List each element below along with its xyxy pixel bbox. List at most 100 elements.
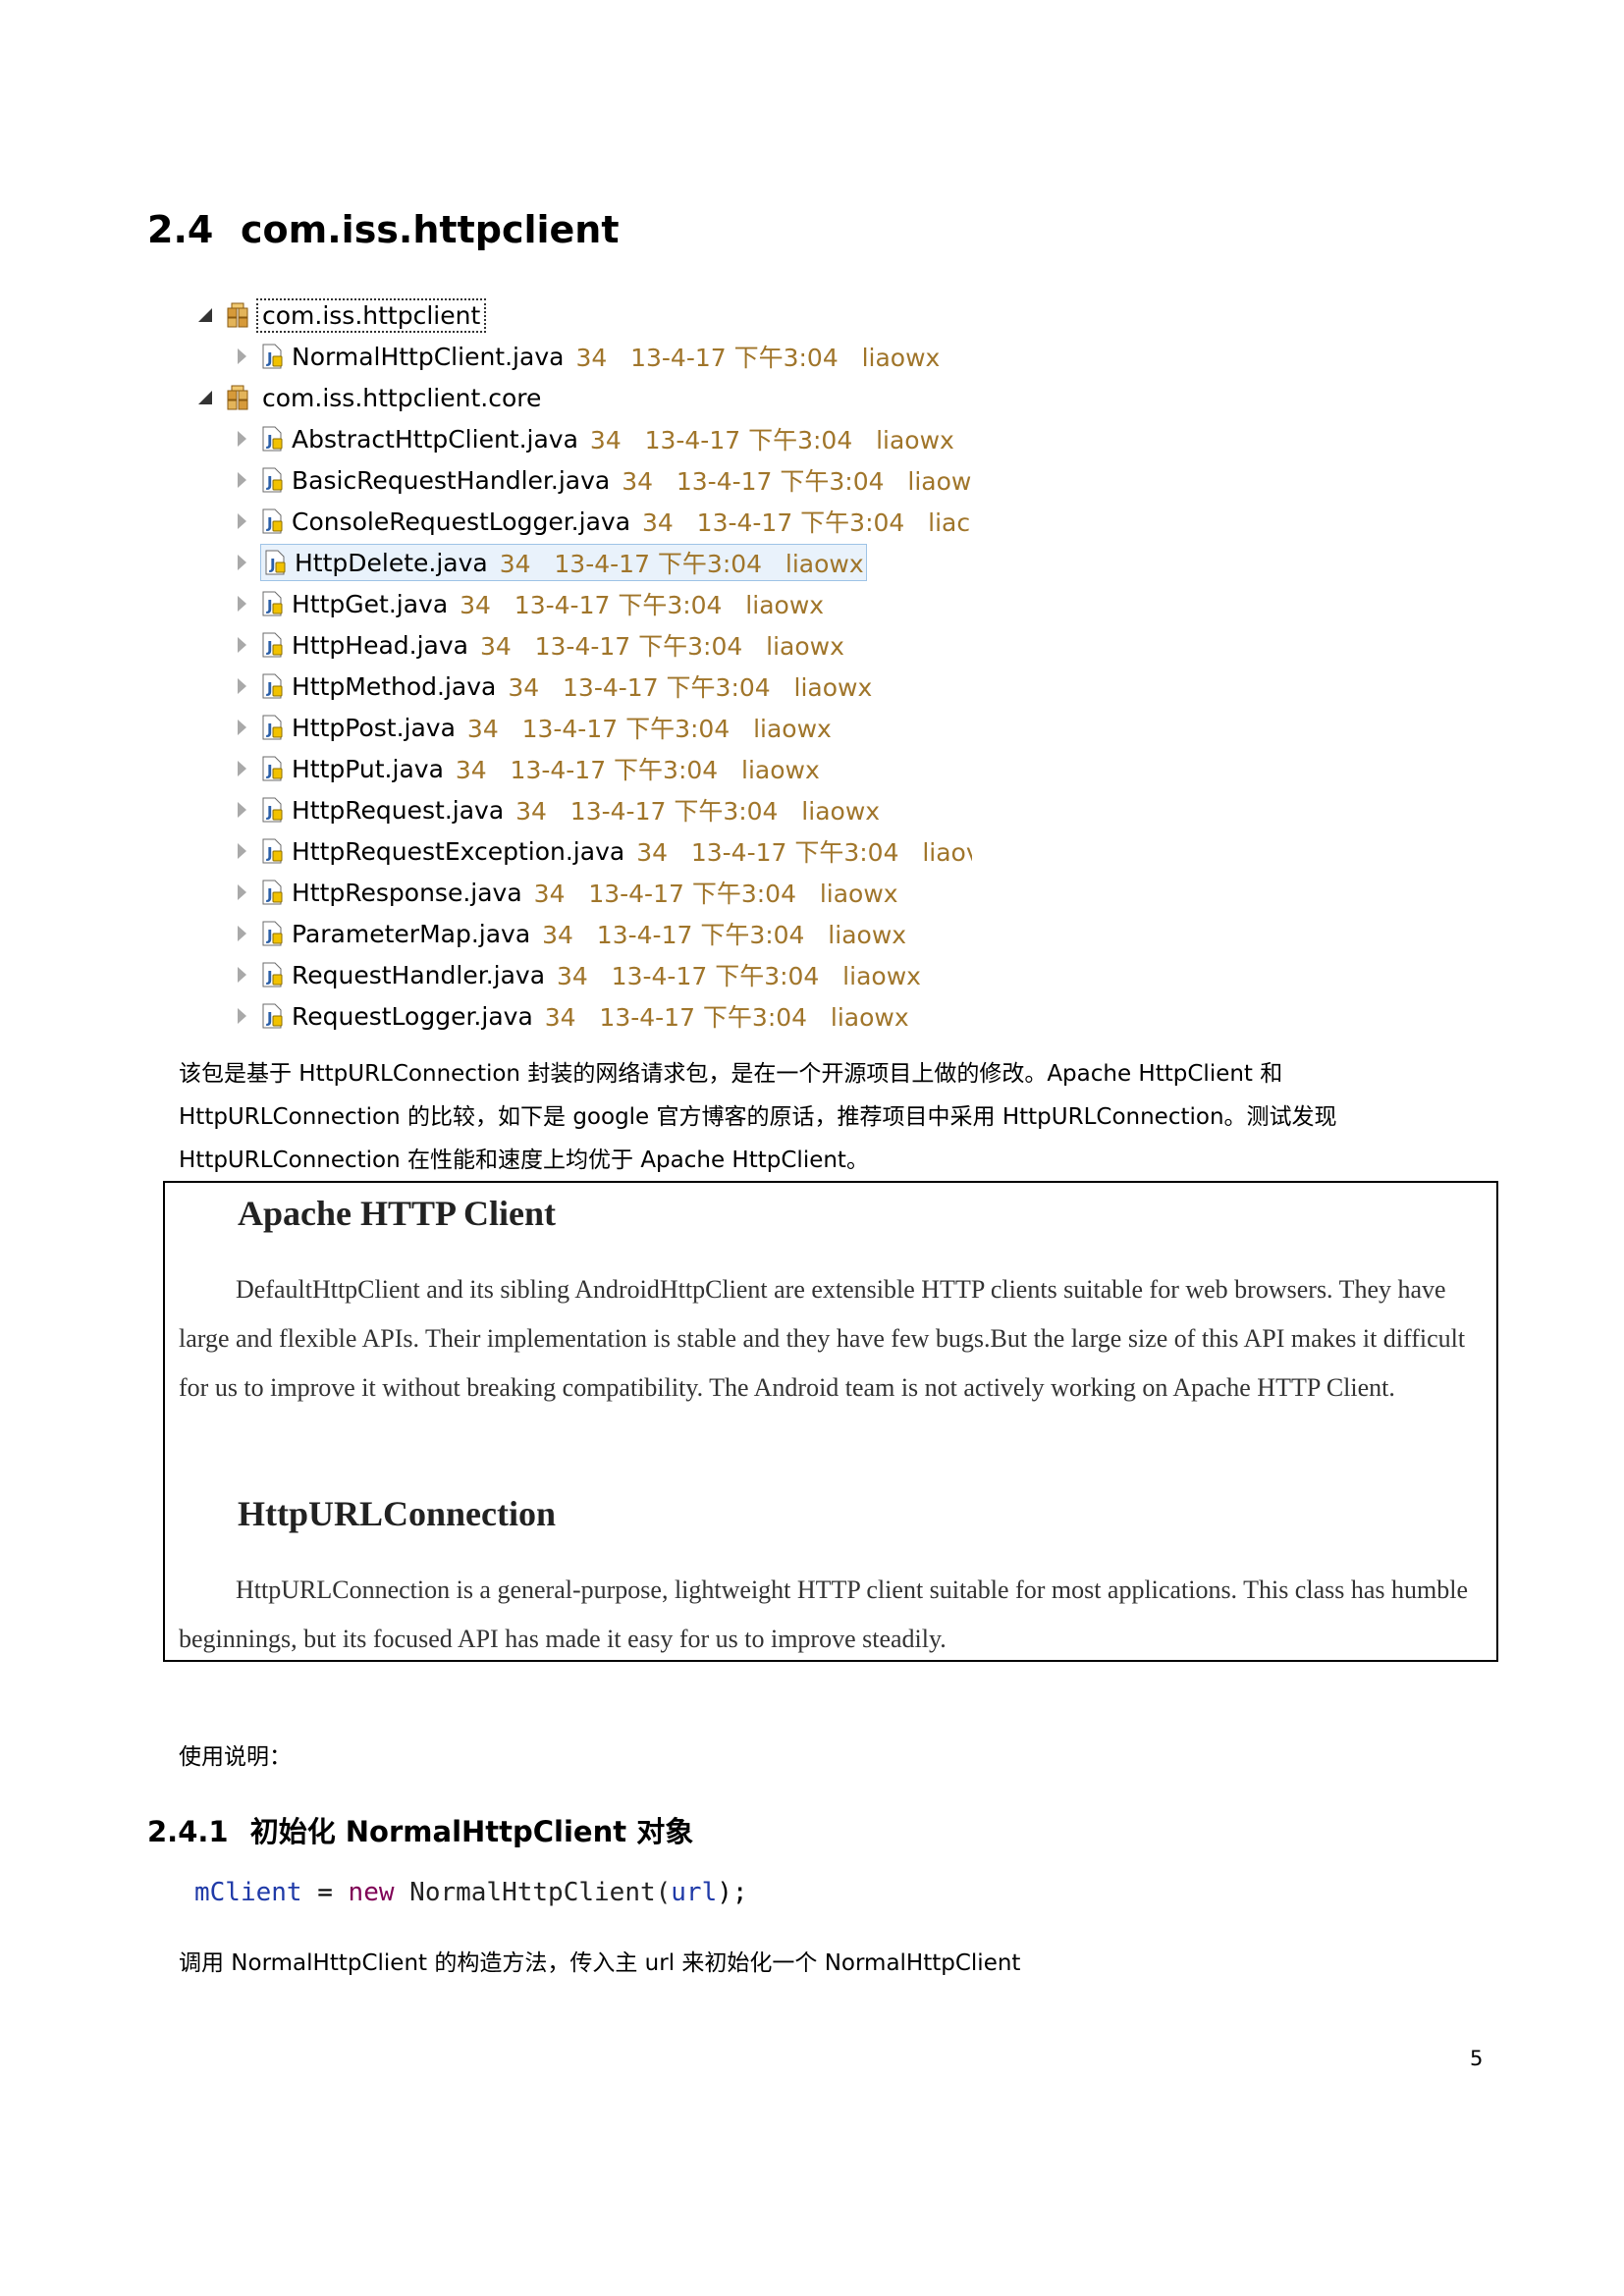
collapsed-triangle-icon[interactable] <box>238 802 246 818</box>
svg-text:J: J <box>266 968 273 986</box>
collapsed-triangle-icon[interactable] <box>238 555 246 570</box>
file-name[interactable]: HttpResponse.java <box>292 879 522 907</box>
tree-file-row[interactable]: J HttpPut.java 34 13-4-17 下午3:04 liaowx <box>196 748 972 789</box>
collapsed-triangle-icon[interactable] <box>238 472 246 488</box>
collapsed-triangle-icon[interactable] <box>238 843 246 859</box>
tree-file-row[interactable]: J AbstractHttpClient.java 34 13-4-17 下午3:0… <box>196 418 972 459</box>
tree-file-row[interactable]: J HttpHead.java 34 13-4-17 下午3:04 liaowx <box>196 624 972 666</box>
file-entry[interactable]: J HttpMethod.java 34 13-4-17 下午3:04 liaowx <box>260 668 872 704</box>
collapsed-triangle-icon[interactable] <box>238 967 246 983</box>
collapsed-triangle-icon[interactable] <box>238 926 246 941</box>
tree-file-row[interactable]: J BasicRequestHandler.java 34 13-4-17 下午3:… <box>196 459 972 501</box>
file-entry[interactable]: J ParameterMap.java 34 13-4-17 下午3:04 liao… <box>260 916 906 951</box>
collapsed-triangle-icon[interactable] <box>238 637 246 653</box>
java-file-icon: J <box>260 672 284 700</box>
package-name[interactable]: com.iss.httpclient.core <box>259 384 544 412</box>
file-name[interactable]: HttpGet.java <box>292 590 448 618</box>
svg-text:J: J <box>269 556 276 573</box>
code-description: 调用 NormalHttpClient 的构造方法，传入主 url 来初始化一个… <box>179 1950 1021 1976</box>
file-name[interactable]: HttpRequest.java <box>292 796 504 825</box>
file-meta: 34 13-4-17 下午3:04 liaowx <box>557 962 921 990</box>
tree-file-row[interactable]: J ParameterMap.java 34 13-4-17 下午3:04 liao… <box>196 913 972 954</box>
file-name[interactable]: HttpMethod.java <box>292 672 496 701</box>
svg-text:J: J <box>266 885 273 903</box>
tree-file-row[interactable]: J HttpDelete.java 34 13-4-17 下午3:04 liaowx <box>196 542 972 583</box>
selected-file-highlight[interactable]: J HttpDelete.java 34 13-4-17 下午3:04 liaowx <box>260 544 867 581</box>
collapsed-triangle-icon[interactable] <box>238 348 246 364</box>
code-argument: url <box>671 1878 718 1907</box>
package-name[interactable]: com.iss.httpclient <box>255 297 487 333</box>
file-name[interactable]: ConsoleRequestLogger.java <box>292 507 630 536</box>
file-name[interactable]: HttpPost.java <box>292 714 456 742</box>
tree-file-row[interactable]: J HttpPost.java 34 13-4-17 下午3:04 liaowx <box>196 707 972 748</box>
file-name[interactable]: AbstractHttpClient.java <box>292 425 578 454</box>
file-entry[interactable]: J HttpResponse.java 34 13-4-17 下午3:04 liao… <box>260 875 898 910</box>
file-name[interactable]: BasicRequestHandler.java <box>292 466 610 495</box>
file-entry[interactable]: J HttpRequestException.java 34 13-4-17 下午3… <box>260 833 972 869</box>
subsection-title: 初始化 NormalHttpClient 对象 <box>249 1815 694 1848</box>
page-number: 5 <box>1470 2047 1484 2070</box>
code-operator: = <box>301 1878 349 1907</box>
tree-file-row[interactable]: J RequestHandler.java 34 13-4-17 下午3:04 li… <box>196 954 972 995</box>
tree-file-row[interactable]: J RequestLogger.java 34 13-4-17 下午3:04 lia… <box>196 995 972 1037</box>
file-name[interactable]: HttpRequestException.java <box>292 837 624 866</box>
java-file-icon: J <box>260 755 284 782</box>
tree-file-row[interactable]: J HttpMethod.java 34 13-4-17 下午3:04 liaowx <box>196 666 972 707</box>
java-file-icon: J <box>260 961 284 988</box>
collapsed-triangle-icon[interactable] <box>238 596 246 612</box>
file-entry[interactable]: J BasicRequestHandler.java 34 13-4-17 下午3:… <box>260 462 972 498</box>
file-name[interactable]: HttpPut.java <box>292 755 444 783</box>
expanded-triangle-icon[interactable] <box>198 391 212 404</box>
tree-package-row[interactable]: com.iss.httpclient <box>196 294 972 336</box>
file-entry[interactable]: J ConsoleRequestLogger.java 34 13-4-17 下午3… <box>260 504 970 539</box>
file-name[interactable]: RequestLogger.java <box>292 1002 533 1031</box>
collapsed-triangle-icon[interactable] <box>238 431 246 447</box>
file-entry[interactable]: J HttpGet.java 34 13-4-17 下午3:04 liaowx <box>260 586 824 621</box>
package-explorer-tree: com.iss.httpclient J NormalHttpClient.ja… <box>196 294 972 1037</box>
file-entry[interactable]: J RequestLogger.java 34 13-4-17 下午3:04 lia… <box>260 998 909 1034</box>
file-entry[interactable]: J HttpPut.java 34 13-4-17 下午3:04 liaowx <box>260 751 820 786</box>
svg-text:J: J <box>266 514 273 532</box>
collapsed-triangle-icon[interactable] <box>238 513 246 529</box>
intro-paragraph: 该包是基于 HttpURLConnection 封装的网络请求包，是在一个开源项… <box>179 1052 1494 1182</box>
collapsed-triangle-icon[interactable] <box>238 884 246 900</box>
collapsed-triangle-icon[interactable] <box>238 720 246 735</box>
tree-file-row[interactable]: J NormalHttpClient.java 34 13-4-17 下午3:0… <box>196 336 972 377</box>
section-title: com.iss.httpclient <box>241 208 620 251</box>
file-entry[interactable]: J HttpHead.java 34 13-4-17 下午3:04 liaowx <box>260 627 844 663</box>
tree-file-row[interactable]: J HttpResponse.java 34 13-4-17 下午3:04 liao… <box>196 872 972 913</box>
quote-heading-apache: Apache HTTP Client <box>238 1194 557 1233</box>
collapsed-triangle-icon[interactable] <box>238 678 246 694</box>
svg-text:J: J <box>266 844 273 862</box>
svg-text:J: J <box>266 721 273 738</box>
tree-file-row[interactable]: J HttpRequest.java 34 13-4-17 下午3:04 liaow… <box>196 789 972 830</box>
file-name[interactable]: HttpHead.java <box>292 631 468 660</box>
tree-file-row[interactable]: J HttpRequestException.java 34 13-4-17 下午3… <box>196 830 972 872</box>
file-entry[interactable]: J HttpRequest.java 34 13-4-17 下午3:04 liaow… <box>260 792 880 828</box>
file-entry[interactable]: J HttpPost.java 34 13-4-17 下午3:04 liaowx <box>260 710 832 745</box>
file-meta: 34 13-4-17 下午3:04 liaowx <box>544 1003 909 1032</box>
collapsed-triangle-icon[interactable] <box>238 761 246 776</box>
file-name[interactable]: RequestHandler.java <box>292 961 545 989</box>
tree-file-row[interactable]: J ConsoleRequestLogger.java 34 13-4-17 下午3… <box>196 501 972 542</box>
svg-text:J: J <box>266 1009 273 1027</box>
svg-text:J: J <box>266 432 273 450</box>
usage-label: 使用说明： <box>179 1744 292 1770</box>
file-name[interactable]: NormalHttpClient.java <box>292 343 564 371</box>
collapsed-triangle-icon[interactable] <box>238 1008 246 1024</box>
file-meta: 34 13-4-17 下午3:04 liac <box>642 508 971 537</box>
svg-text:J: J <box>266 349 273 367</box>
expanded-triangle-icon[interactable] <box>198 308 212 322</box>
tree-package-row[interactable]: com.iss.httpclient.core <box>196 377 972 418</box>
file-name[interactable]: ParameterMap.java <box>292 920 530 948</box>
file-name[interactable]: HttpDelete.java <box>295 549 488 577</box>
package-icon <box>226 302 251 328</box>
file-entry[interactable]: J AbstractHttpClient.java 34 13-4-17 下午3:0… <box>260 421 954 456</box>
file-meta: 34 13-4-17 下午3:04 liaov <box>636 838 972 867</box>
svg-text:J: J <box>266 762 273 779</box>
svg-text:J: J <box>266 679 273 697</box>
file-entry[interactable]: J RequestHandler.java 34 13-4-17 下午3:04 li… <box>260 957 921 992</box>
tree-file-row[interactable]: J HttpGet.java 34 13-4-17 下午3:04 liaowx <box>196 583 972 624</box>
file-meta: 34 13-4-17 下午3:04 liaowx <box>589 426 954 454</box>
intro-line: HttpURLConnection 的比较，如下是 google 官方博客的原话… <box>179 1104 1337 1130</box>
